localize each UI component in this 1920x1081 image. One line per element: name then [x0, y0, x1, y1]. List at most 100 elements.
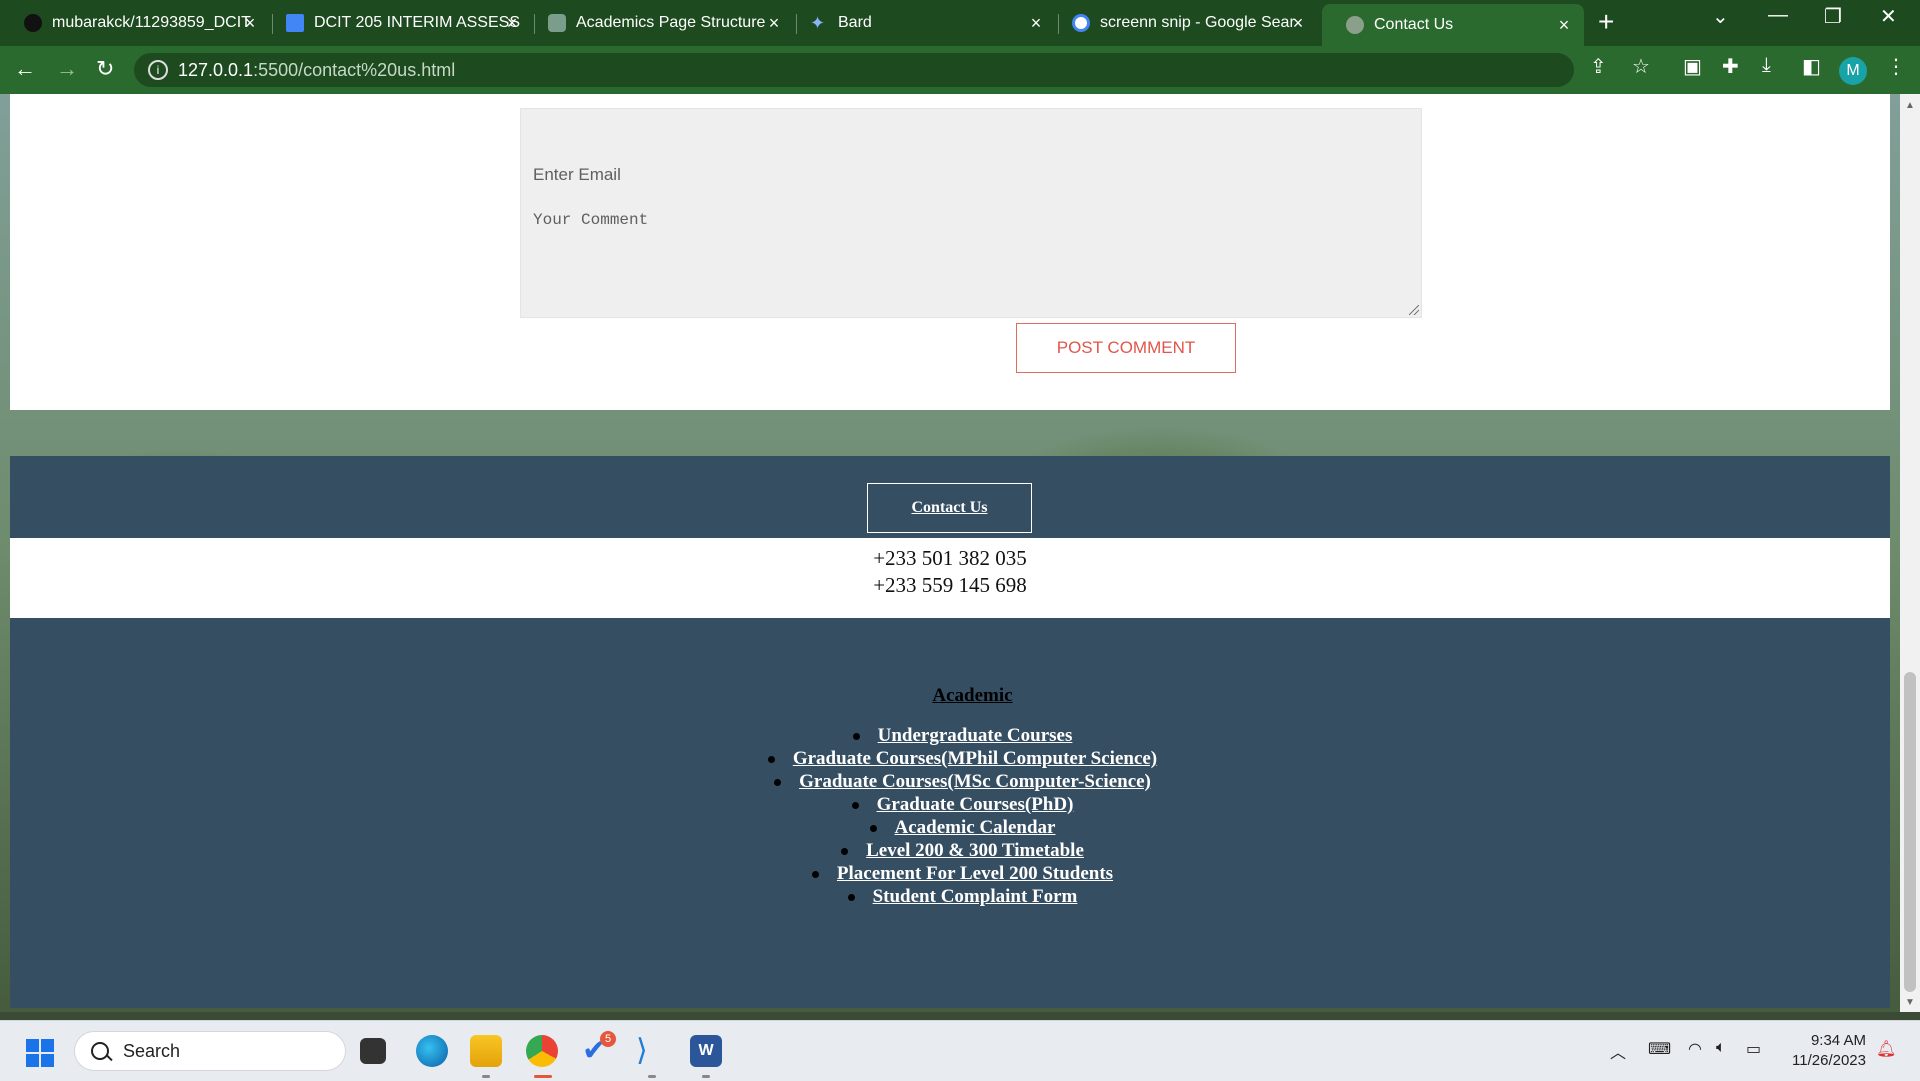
active-indicator: [534, 1075, 552, 1078]
phone-number: +233 501 382 035: [873, 546, 1027, 570]
minimize-icon[interactable]: —: [1768, 4, 1788, 27]
download-icon[interactable]: ⤓: [1762, 54, 1771, 77]
share-icon[interactable]: ⇪: [1590, 54, 1607, 79]
chatgpt-icon: [548, 14, 566, 32]
more-menu-icon[interactable]: ⋮: [1886, 54, 1906, 79]
email-field[interactable]: Enter Email: [533, 165, 621, 185]
phone-number: +233 559 145 698: [873, 573, 1027, 597]
profile-avatar[interactable]: M: [1839, 57, 1867, 85]
list-item: Academic Calendar: [10, 816, 1900, 839]
task-view-icon[interactable]: [360, 1038, 386, 1064]
windows-taskbar: Search ✔ 5 ⟩ W ︿ ⌨ ◠ 🔈︎ ▭ 9:34 AM 11/26/…: [0, 1020, 1920, 1081]
google-icon: [1072, 14, 1090, 32]
volume-icon[interactable]: 🔈︎: [1716, 1039, 1726, 1057]
list-item: Student Complaint Form: [10, 885, 1900, 908]
vscode-icon[interactable]: ⟩: [636, 1035, 668, 1067]
close-icon[interactable]: ×: [1288, 13, 1308, 34]
show-hidden-icons-chevron-icon[interactable]: ︿: [1610, 1039, 1626, 1063]
contact-us-link[interactable]: Contact Us: [867, 483, 1032, 533]
close-icon[interactable]: ×: [764, 13, 784, 34]
forward-arrow-icon[interactable]: →: [56, 56, 78, 82]
running-indicator: [648, 1075, 656, 1078]
browser-toolbar: ← → ↻ i 127.0.0.1:5500/contact%20us.html…: [0, 46, 1920, 94]
battery-icon[interactable]: ▭: [1746, 1039, 1761, 1059]
windows-start-icon[interactable]: [26, 1039, 54, 1067]
footer: Academic Undergraduate Courses Graduate …: [10, 618, 1890, 1008]
tab-github[interactable]: mubarakck/11293859_DCIT ×: [0, 4, 270, 42]
notification-bell-icon[interactable]: 🔔︎: [1876, 1039, 1896, 1059]
notification-badge: 5: [600, 1031, 616, 1047]
taskbar-search-box[interactable]: Search: [74, 1031, 346, 1071]
side-panel-icon[interactable]: ◧: [1802, 54, 1821, 79]
edge-browser-icon[interactable]: [416, 1035, 448, 1067]
phone-numbers: +233 501 382 035 +233 559 145 698: [10, 538, 1890, 618]
tab-chatgpt[interactable]: Academics Page Structure ×: [524, 4, 794, 42]
reload-icon[interactable]: ↻: [96, 56, 114, 82]
github-icon: [24, 14, 42, 32]
site-info-icon[interactable]: i: [148, 60, 168, 80]
running-indicator: [702, 1075, 710, 1078]
footer-link[interactable]: Graduate Courses(MPhil Computer Science): [793, 748, 1157, 769]
tab-label: Academics Page Structure: [576, 14, 766, 31]
wifi-icon[interactable]: ◠: [1688, 1039, 1702, 1059]
footer-link[interactable]: Graduate Courses(MSc Computer-Science): [799, 771, 1151, 792]
tab-label: screenn snip - Google Sear: [1100, 14, 1295, 31]
footer-link-list: Undergraduate Courses Graduate Courses(M…: [10, 724, 1900, 908]
comment-section: Enter Email Your Comment POST COMMENT: [10, 94, 1890, 410]
footer-link[interactable]: Undergraduate Courses: [878, 725, 1073, 746]
bullet-icon: [869, 825, 877, 833]
word-icon[interactable]: W: [690, 1035, 722, 1067]
taskbar-search-label: Search: [123, 1040, 181, 1061]
close-icon[interactable]: ×: [240, 13, 260, 34]
scrollbar-thumb[interactable]: [1904, 672, 1916, 992]
bullet-icon: [767, 756, 775, 764]
comment-textarea[interactable]: Your Comment: [533, 211, 648, 229]
new-tab-button[interactable]: +: [1598, 6, 1614, 38]
close-icon[interactable]: ×: [1026, 13, 1046, 34]
system-clock[interactable]: 9:34 AM 11/26/2023: [1786, 1031, 1866, 1071]
clock-date: 11/26/2023: [1792, 1052, 1866, 1069]
scroll-down-arrow-icon[interactable]: ▼: [1905, 997, 1915, 1008]
bookmark-star-icon[interactable]: ☆: [1632, 54, 1650, 79]
comment-form[interactable]: Enter Email Your Comment: [520, 108, 1422, 318]
page-viewport: Enter Email Your Comment POST COMMENT Co…: [0, 94, 1900, 1012]
post-comment-button[interactable]: POST COMMENT: [1016, 323, 1236, 373]
running-indicator: [482, 1075, 490, 1078]
file-explorer-icon[interactable]: [470, 1035, 502, 1067]
globe-icon: [1346, 16, 1364, 34]
resize-handle-icon[interactable]: [1409, 305, 1419, 315]
bullet-icon: [811, 871, 819, 879]
footer-link[interactable]: Student Complaint Form: [873, 886, 1078, 907]
close-icon[interactable]: ×: [1554, 15, 1574, 36]
window-close-icon[interactable]: ✕: [1880, 4, 1897, 29]
tab-google-search[interactable]: screenn snip - Google Sear ×: [1048, 4, 1318, 42]
restore-icon[interactable]: ❐: [1824, 4, 1842, 29]
close-icon[interactable]: ×: [502, 13, 522, 34]
tab-contact-us[interactable]: Contact Us ×: [1322, 4, 1584, 46]
list-item: Graduate Courses(MSc Computer-Science): [10, 770, 1900, 793]
tab-docs[interactable]: DCIT 205 INTERIM ASSESS ×: [262, 4, 532, 42]
footer-link[interactable]: Level 200 & 300 Timetable: [866, 840, 1084, 861]
keyboard-icon[interactable]: ⌨: [1648, 1039, 1671, 1059]
extension-lock-icon[interactable]: ▣: [1683, 54, 1702, 79]
browser-tab-bar: mubarakck/11293859_DCIT × DCIT 205 INTER…: [0, 0, 1920, 46]
tab-bard[interactable]: ✦ Bard ×: [786, 4, 1056, 42]
address-bar[interactable]: i 127.0.0.1:5500/contact%20us.html: [134, 53, 1574, 87]
back-arrow-icon[interactable]: ←: [14, 56, 36, 82]
list-item: Placement For Level 200 Students: [10, 862, 1900, 885]
vertical-scrollbar[interactable]: ▲ ▼: [1900, 94, 1920, 1012]
tab-label: mubarakck/11293859_DCIT: [52, 14, 251, 31]
footer-link[interactable]: Graduate Courses(PhD): [877, 794, 1074, 815]
chrome-icon[interactable]: [526, 1035, 558, 1067]
extensions-puzzle-icon[interactable]: ✚: [1722, 54, 1739, 79]
tab-search-chevron-icon[interactable]: ⌄: [1712, 4, 1729, 29]
footer-link[interactable]: Placement For Level 200 Students: [837, 863, 1113, 884]
bullet-icon: [852, 733, 860, 741]
search-icon: [91, 1042, 109, 1060]
clock-time: 9:34 AM: [1810, 1032, 1866, 1049]
footer-link[interactable]: Academic Calendar: [895, 817, 1056, 838]
url-host: 127.0.0.1: [178, 59, 254, 80]
page-bottom-strip: [0, 1012, 1920, 1020]
scroll-up-arrow-icon[interactable]: ▲: [1905, 100, 1915, 111]
google-docs-icon: [286, 14, 304, 32]
